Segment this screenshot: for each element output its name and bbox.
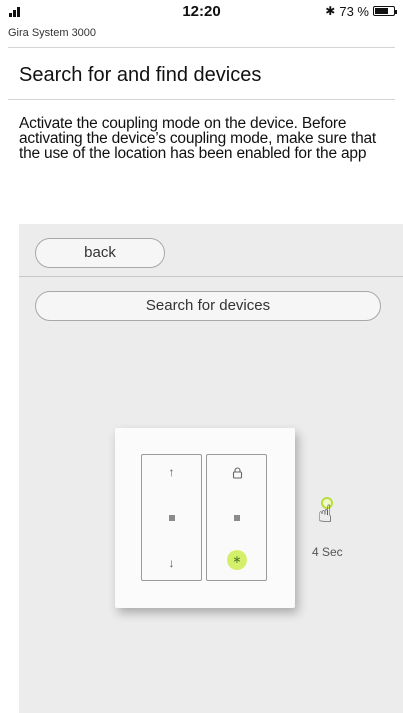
battery-level	[375, 8, 388, 14]
battery-icon	[373, 6, 397, 16]
battery-percent: 73 %	[339, 3, 369, 19]
hold-duration: 4 Sec	[312, 545, 343, 559]
center-marker	[234, 515, 240, 521]
app-name: Gira System 3000	[8, 27, 97, 39]
divider	[19, 276, 403, 277]
battery-status: ✱ 73 %	[325, 3, 397, 19]
battery-tip	[395, 10, 397, 14]
bluetooth-icon: ✱	[325, 4, 336, 18]
center-marker	[169, 515, 175, 521]
right-rocker: ∗	[206, 454, 267, 581]
back-button[interactable]: back	[35, 238, 165, 268]
left-rocker: ↑ ↓	[141, 454, 202, 581]
arrow-up-icon: ↑	[168, 465, 175, 479]
bluetooth-icon: ∗	[227, 550, 247, 570]
search-devices-button[interactable]: Search for devices	[35, 291, 381, 321]
arrow-down-icon: ↓	[168, 556, 175, 570]
hand-pointer-icon: ☝	[317, 497, 347, 531]
lock-icon	[232, 467, 243, 479]
divider	[8, 99, 395, 100]
status-bar: 12:20 ✱ 73 %	[0, 0, 403, 22]
device-illustration: ↑ ↓ ∗	[115, 428, 295, 608]
hand-icon: ☝	[318, 501, 333, 528]
instructions-text: Activate the coupling mode on the device…	[19, 115, 377, 162]
page-title: Search for and find devices	[19, 64, 262, 86]
divider	[8, 47, 395, 48]
device-panel: back Search for devices ↑ ↓ ∗ ☝ 4 Sec	[19, 224, 403, 713]
